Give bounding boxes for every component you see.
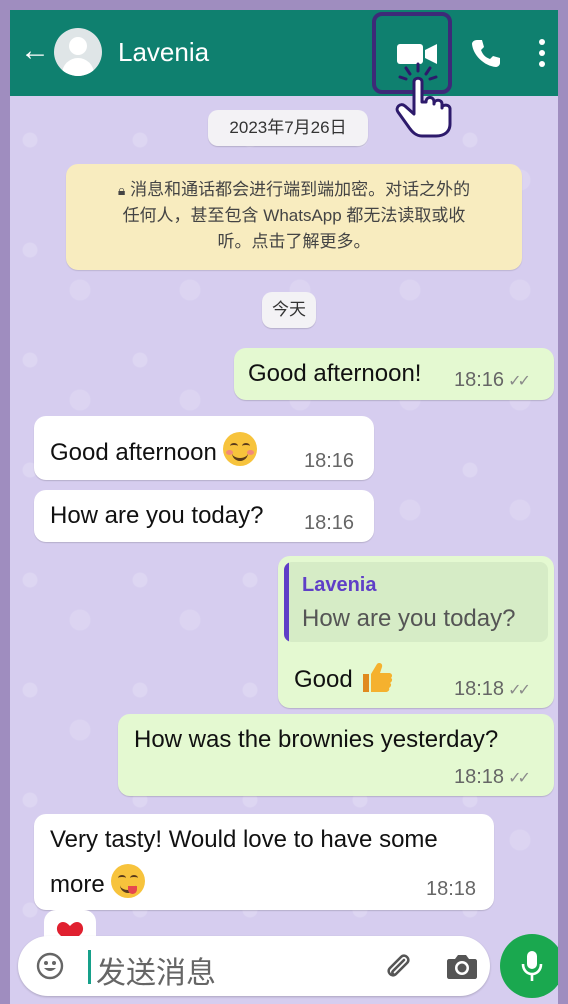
- back-arrow-icon[interactable]: ←: [20, 36, 50, 66]
- contact-name[interactable]: Lavenia: [118, 37, 209, 68]
- date-label: 2023年7月26日: [229, 118, 347, 137]
- encryption-notice-line1: 消息和通话都会进行端到端加密。对话之外的: [130, 180, 471, 199]
- read-ticks-icon: ✓✓: [508, 682, 531, 699]
- read-ticks-icon: ✓✓: [508, 373, 531, 390]
- voice-record-button[interactable]: [500, 934, 558, 998]
- encryption-notice[interactable]: 🔒︎ 消息和通话都会进行端到端加密。对话之外的 任何人，甚至包含 WhatsAp…: [66, 164, 522, 270]
- more-menu-icon[interactable]: [534, 38, 550, 68]
- message-text: Good afternoon!: [248, 360, 422, 387]
- lock-icon: 🔒︎: [117, 182, 126, 198]
- message-text: How was the brownies yesterday?: [134, 726, 499, 753]
- message-text-line1: Very tasty! Would love to have some: [50, 826, 438, 853]
- yum-face-icon: [111, 864, 146, 898]
- quoted-text: How are you today?: [302, 605, 516, 632]
- text-cursor: [88, 950, 91, 984]
- message-bubble-outgoing[interactable]: How was the brownies yesterday? 18:18 ✓✓: [118, 714, 554, 796]
- chat-screen: ← Lavenia 2023年7月26日 🔒︎ 消息和通话都会进行端到端加密。对…: [10, 10, 558, 1004]
- message-time: 18:18: [454, 766, 505, 788]
- message-input[interactable]: 发送消息: [96, 948, 216, 992]
- message-text: Good: [294, 660, 393, 694]
- message-input-bar: 发送消息: [18, 936, 490, 996]
- quote-accent-bar: [284, 562, 289, 642]
- message-time: 18:16: [304, 450, 355, 472]
- thumbs-up-icon: [363, 663, 393, 692]
- encryption-notice-line3: 听。点击了解更多。: [217, 232, 371, 251]
- date-separator: 2023年7月26日: [208, 110, 368, 146]
- message-time: 18:18: [454, 678, 505, 700]
- message-text-line2: more: [50, 864, 146, 899]
- message-text: How are you today?: [50, 502, 264, 529]
- avatar[interactable]: [54, 28, 102, 76]
- message-text: Good afternoon: [50, 432, 258, 467]
- attach-clip-icon[interactable]: [382, 950, 414, 982]
- today-label: 今天: [272, 300, 306, 319]
- quoted-author: Lavenia: [302, 574, 377, 596]
- message-bubble-outgoing[interactable]: Good afternoon! 18:16 ✓✓: [234, 348, 554, 400]
- message-time: 18:16: [304, 512, 355, 534]
- phone-icon[interactable]: [471, 38, 501, 68]
- chat-header: ← Lavenia: [10, 10, 558, 96]
- smiling-face-icon: [223, 432, 258, 466]
- message-time: 18:16: [454, 369, 505, 391]
- microphone-icon: [521, 951, 543, 981]
- read-ticks-icon: ✓✓: [508, 770, 531, 787]
- today-separator: 今天: [262, 292, 316, 328]
- quoted-message[interactable]: Lavenia How are you today?: [284, 562, 548, 642]
- emoji-picker-icon[interactable]: [36, 952, 64, 980]
- message-time: 18:18: [426, 878, 477, 900]
- tap-hand-pointer-icon: [395, 62, 452, 138]
- message-bubble-incoming[interactable]: Good afternoon 18:16: [34, 416, 374, 480]
- camera-icon[interactable]: [446, 952, 478, 980]
- encryption-notice-line2: 任何人，甚至包含 WhatsApp 都无法读取或收: [122, 206, 466, 225]
- message-bubble-incoming[interactable]: How are you today? 18:16: [34, 490, 374, 542]
- message-bubble-incoming[interactable]: Very tasty! Would love to have some more…: [34, 814, 494, 910]
